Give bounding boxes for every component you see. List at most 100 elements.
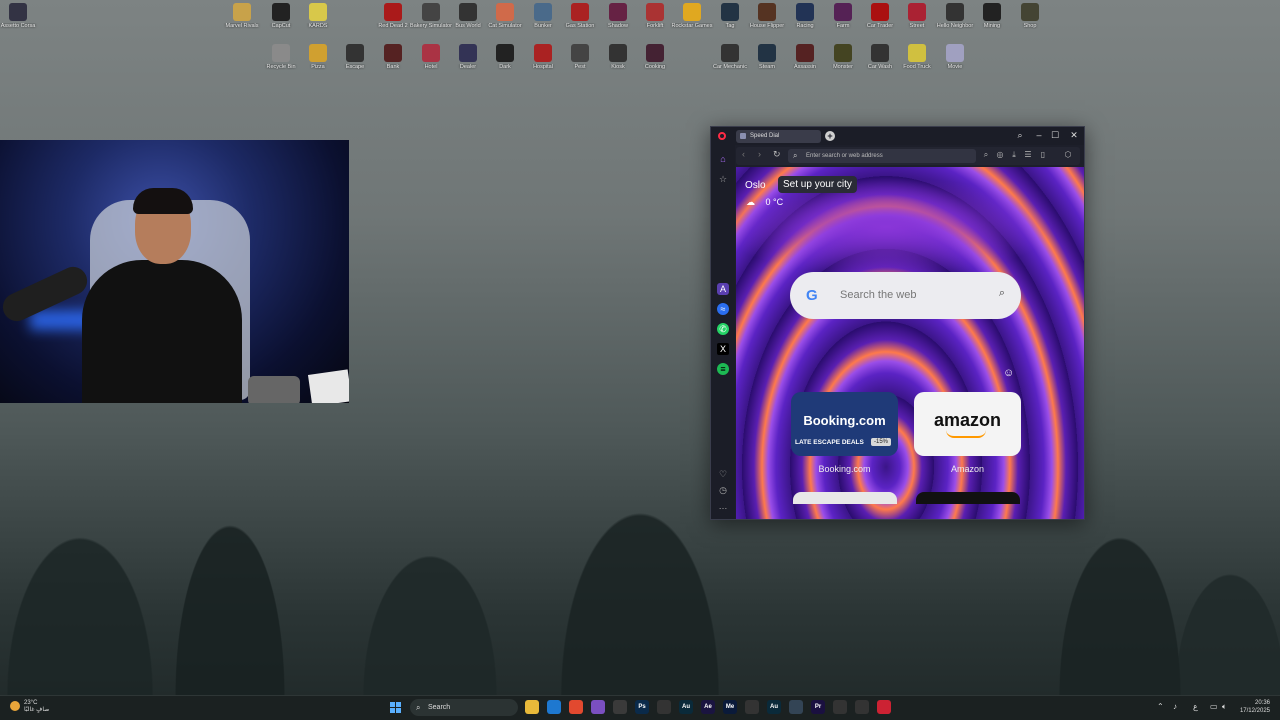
lens-icon[interactable]: ⌕ [981, 150, 991, 160]
language-indicator[interactable]: ع [1193, 702, 1198, 711]
vscode-icon[interactable] [547, 700, 561, 714]
game-icon [609, 44, 627, 62]
start-button[interactable] [390, 702, 402, 714]
address-placeholder: Enter search or web address [806, 153, 883, 159]
taskbar-search[interactable]: ⌕ Search [410, 699, 518, 716]
desktop-icon-label: KARDS [308, 23, 328, 29]
home-icon[interactable]: ⌂ [717, 153, 729, 165]
easy-setup-icon[interactable]: ☰ [1023, 150, 1033, 159]
desktop-icon[interactable]: Marvel Rivals [220, 3, 264, 29]
game-icon [384, 44, 402, 62]
download-icon[interactable]: ⤓ [1009, 150, 1019, 160]
proton-icon[interactable] [789, 700, 803, 714]
audition-icon[interactable]: Au [679, 700, 693, 714]
capcut-icon[interactable] [657, 700, 671, 714]
volume-icon[interactable]: 🔈︎ [1222, 702, 1227, 712]
taskbar-weather[interactable]: 23°C صافٍ غالبًا [10, 700, 49, 714]
visual-studio-icon[interactable] [591, 700, 605, 714]
new-tab-button[interactable]: + [825, 131, 835, 141]
speed-dial-tile-partial[interactable] [916, 492, 1020, 504]
customize-smiley-icon[interactable]: ☺ [1003, 367, 1014, 379]
premiere-icon[interactable]: Pr [811, 700, 825, 714]
network-icon[interactable]: ▭ [1210, 702, 1218, 711]
game-icon [496, 3, 514, 21]
game-icon [721, 44, 739, 62]
speed-dial-page: Oslo Set up your city ☁ 0 °C G Search th… [736, 167, 1084, 519]
x-icon[interactable]: X [717, 343, 729, 355]
speed-dial-tile-partial[interactable] [793, 492, 897, 504]
blender-icon[interactable] [745, 700, 759, 714]
media-encoder-icon[interactable]: Me [723, 700, 737, 714]
after-effects-icon[interactable]: Ae [701, 700, 715, 714]
game-icon [646, 3, 664, 21]
game-icon [233, 3, 251, 21]
close-icon[interactable]: ✕ [1068, 130, 1080, 141]
more-icon[interactable]: … [717, 500, 729, 512]
extensions-icon[interactable]: ⬡ [1063, 150, 1073, 159]
browser-sidebar: ⌂ ☆ A ≈ ✆ X ≡ ♡ ◷ … [711, 145, 735, 519]
google-icon: G [806, 287, 818, 304]
record-icon[interactable] [877, 700, 891, 714]
clock[interactable]: 20:36 17/12/2025 [1240, 699, 1270, 715]
messenger-icon[interactable]: ≈ [717, 303, 729, 315]
game-icon [834, 44, 852, 62]
desktop-icon[interactable]: Assetto Corsa [0, 3, 40, 29]
desktop-icon[interactable]: KARDS [296, 3, 340, 29]
weather-city[interactable]: Oslo [745, 180, 766, 191]
game-icon [609, 3, 627, 21]
opera-logo-icon[interactable] [718, 132, 726, 140]
battery-icon[interactable]: ▯ [1038, 150, 1048, 159]
time: 20:36 [1254, 700, 1270, 706]
booking-promo: LATE ESCAPE DEALS [795, 439, 864, 446]
search-icon[interactable]: ⌕ [999, 287, 1005, 300]
speed-dial-tile-amazon[interactable]: amazon [914, 392, 1021, 456]
speed-dial-label-booking: Booking.com [818, 464, 871, 474]
game-icon [1021, 3, 1039, 21]
snapshot-icon[interactable]: ◎ [995, 150, 1005, 159]
opera-icon[interactable] [833, 700, 847, 714]
forward-icon[interactable]: › [758, 149, 761, 159]
brave-icon[interactable] [569, 700, 583, 714]
desktop-icon[interactable]: Shop [1008, 3, 1052, 29]
person-body [82, 260, 242, 403]
heart-icon[interactable]: ♡ [717, 468, 729, 480]
chevron-up-icon[interactable]: ⌃ [1157, 702, 1164, 711]
address-bar[interactable]: ⌕ Enter search or web address [788, 149, 976, 163]
rdr2-icon [384, 3, 402, 21]
minimize-icon[interactable]: – [1033, 130, 1045, 140]
tab-speed-dial[interactable]: Speed Dial [736, 130, 821, 143]
audition-icon[interactable]: Au [767, 700, 781, 714]
speed-dial-tile-booking[interactable]: Booking.com LATE ESCAPE DEALS -15% [791, 392, 898, 456]
opera-gx-icon[interactable] [855, 700, 869, 714]
game-icon [534, 44, 552, 62]
game-icon [534, 3, 552, 21]
bookmarks-icon[interactable]: ☆ [717, 173, 729, 185]
search-icon: ⌕ [793, 151, 798, 160]
spotify-icon[interactable]: ≡ [717, 363, 729, 375]
web-search-box[interactable]: G Search the web ⌕ [790, 272, 1021, 319]
capcut-icon [272, 3, 290, 21]
photoshop-icon[interactable]: Ps [635, 700, 649, 714]
game-icon [496, 44, 514, 62]
reload-icon[interactable]: ↻ [773, 149, 781, 160]
maximize-icon[interactable]: ☐ [1049, 130, 1061, 141]
game-icon [946, 3, 964, 21]
aria-icon[interactable]: A [717, 283, 729, 295]
notepad-icon[interactable] [613, 700, 627, 714]
toolbar: ‹ › ↻ ⌕ Enter search or web address ⌕ ◎ … [736, 147, 1080, 165]
setup-city-tooltip[interactable]: Set up your city [778, 176, 857, 193]
search-tabs-icon[interactable]: ⌕ [1014, 130, 1026, 141]
game-icon [908, 3, 926, 21]
back-icon[interactable]: ‹ [742, 149, 745, 159]
game-icon [309, 44, 327, 62]
desktop-icon[interactable]: Movie [933, 44, 977, 70]
file-explorer-icon[interactable] [525, 700, 539, 714]
title-bar: Speed Dial + ⌕ – ☐ ✕ [711, 127, 1084, 145]
mic-icon[interactable]: ♪ [1173, 702, 1177, 711]
history-icon[interactable]: ◷ [717, 484, 729, 496]
game-icon [422, 44, 440, 62]
cloud-icon: ☁ [746, 197, 755, 207]
desktop-icon[interactable]: Cooking [633, 44, 677, 70]
amazon-logo: amazon [933, 410, 1002, 430]
whatsapp-icon[interactable]: ✆ [717, 323, 729, 335]
